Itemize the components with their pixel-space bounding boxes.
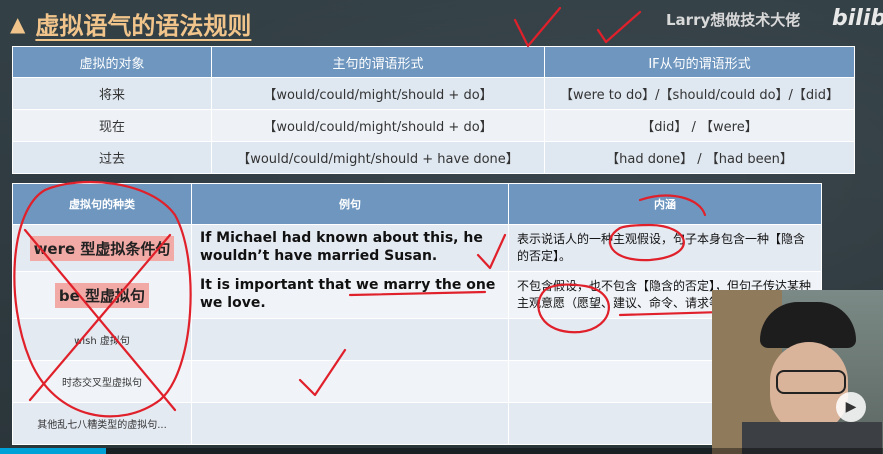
checkmark-annotation [298, 348, 347, 397]
play-icon: ▶ [845, 399, 857, 415]
play-button[interactable]: ▶ [836, 392, 866, 422]
underline-annotation [348, 290, 487, 297]
checkmark-annotation [476, 233, 507, 270]
checkmark-annotation [596, 10, 642, 44]
glasses [776, 370, 846, 394]
arc-annotation [638, 194, 707, 217]
video-progress-bar[interactable] [0, 448, 883, 454]
video-progress-fill [0, 448, 106, 454]
circle-annotation [609, 223, 685, 262]
circle-annotation [13, 181, 192, 418]
checkmark-annotation [513, 6, 562, 48]
circle-annotation [537, 283, 610, 334]
webcam-overlay [712, 290, 883, 454]
